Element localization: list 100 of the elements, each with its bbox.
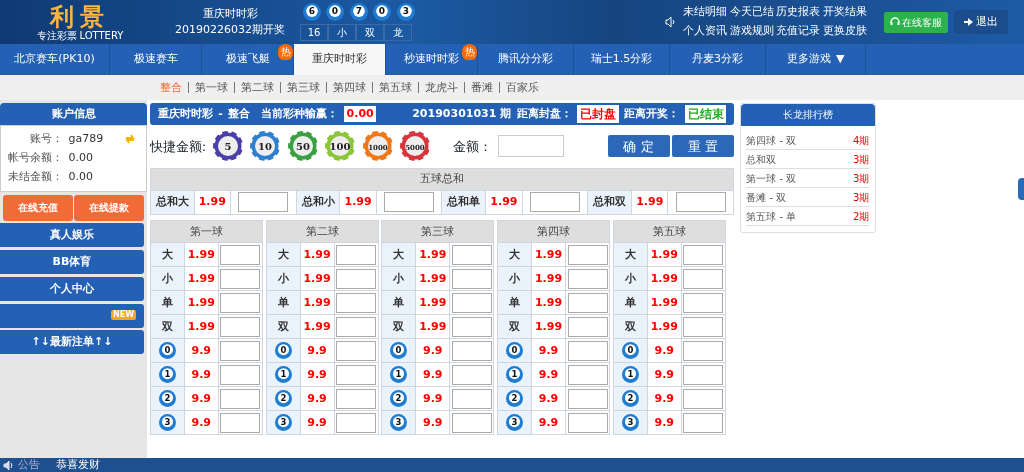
header-link[interactable]: 今天已结 <box>729 4 774 21</box>
bet-amount-field[interactable] <box>336 292 376 313</box>
form-button[interactable]: 确 定 <box>607 135 670 158</box>
header-link[interactable]: 更换皮肤 <box>823 23 867 40</box>
menu-button[interactable]: 个人中心 <box>0 276 144 301</box>
sub-tab[interactable]: 第四球 <box>326 82 372 93</box>
sub-tab[interactable]: 番滩 <box>464 82 499 93</box>
logout-button[interactable]: 退出 <box>953 9 1008 35</box>
hot-badge: 热 <box>278 44 293 60</box>
bet-amount-field[interactable] <box>451 316 492 337</box>
header-link[interactable]: 游戏规则 <box>729 23 774 40</box>
odds-value: 9.9 <box>184 386 219 411</box>
bet-amount-field[interactable] <box>567 412 608 433</box>
bet-amount-field[interactable] <box>220 388 261 409</box>
draw-stat: 小 <box>328 23 356 41</box>
ranking-count: 3期 <box>852 171 870 186</box>
sub-tab[interactable]: 第三球 <box>280 82 326 93</box>
bet-label: 单 <box>613 290 648 315</box>
bet-amount-field[interactable] <box>567 364 608 385</box>
bet-amount-field[interactable] <box>567 244 608 265</box>
bet-amount-field[interactable] <box>683 340 724 361</box>
chip-button[interactable]: 100 <box>324 130 357 163</box>
bet-amount-field[interactable] <box>336 364 376 385</box>
bet-amount-field[interactable] <box>336 412 376 433</box>
number-ball: 0 <box>506 342 523 360</box>
logo-tagline: LOTTERY <box>79 29 124 41</box>
bet-amount-field[interactable] <box>336 268 376 289</box>
header-link[interactable]: 个人资讯 <box>682 23 727 40</box>
bet-amount-field[interactable] <box>683 244 724 265</box>
odds-value: 1.99 <box>415 290 450 315</box>
amount-field[interactable] <box>497 135 564 158</box>
bet-amount-field[interactable] <box>451 388 492 409</box>
bet-amount-field[interactable] <box>675 192 726 213</box>
logo-title: 利景 <box>50 3 110 30</box>
odds-value: 1.99 <box>647 242 682 267</box>
bet-amount-field[interactable] <box>567 340 608 361</box>
bet-amount-field[interactable] <box>238 192 289 213</box>
bet-label: 单 <box>497 290 532 315</box>
bet-amount-field[interactable] <box>683 412 724 433</box>
chip-button[interactable]: 10 <box>249 130 282 163</box>
bet-amount-field[interactable] <box>451 244 492 265</box>
bet-amount-field[interactable] <box>683 316 724 337</box>
side-tab[interactable] <box>1018 178 1024 200</box>
odds-value: 1.99 <box>647 314 682 339</box>
sub-tab[interactable]: 百家乐 <box>499 82 545 93</box>
bet-amount-field[interactable] <box>451 412 492 433</box>
bet-amount-field[interactable] <box>220 292 261 313</box>
bet-label: 小 <box>613 266 648 291</box>
odds-value: 1.99 <box>631 190 668 215</box>
chip-button[interactable]: 5 <box>211 130 244 163</box>
sub-tab[interactable]: 第二球 <box>234 82 280 93</box>
form-button[interactable]: 重 置 <box>672 135 735 158</box>
speaker-icon[interactable] <box>665 16 678 28</box>
bet-label: 总和大 <box>150 190 195 215</box>
bet-amount-field[interactable] <box>220 244 261 265</box>
nav-tab[interactable]: 重庆时时彩 <box>294 44 386 75</box>
sub-tab[interactable]: 龙虎斗 <box>418 82 464 93</box>
menu-button[interactable]: BB体育 <box>0 250 144 274</box>
bet-amount-field[interactable] <box>451 292 492 313</box>
table-heading: 第四球 <box>497 220 610 243</box>
bet-amount-field[interactable] <box>220 268 261 289</box>
bet-amount-field[interactable] <box>451 340 492 361</box>
header-link[interactable]: 未结明细 <box>682 4 727 21</box>
bet-amount-field[interactable] <box>220 316 261 337</box>
bet-amount-field[interactable] <box>220 340 261 361</box>
bet-amount-field[interactable] <box>451 268 492 289</box>
bet-amount-field[interactable] <box>683 268 724 289</box>
bet-label: 单 <box>381 290 416 315</box>
bet-amount-field[interactable] <box>683 364 724 385</box>
table-heading: 第三球 <box>381 220 494 243</box>
bet-amount-field[interactable] <box>336 340 376 361</box>
bet-amount-field[interactable] <box>336 316 376 337</box>
sub-tab[interactable]: 第一球 <box>188 82 234 93</box>
header-link[interactable]: 开奖结果 <box>823 4 867 21</box>
bet-amount-field[interactable] <box>683 292 724 313</box>
bet-amount-field[interactable] <box>567 316 608 337</box>
bet-amount-field[interactable] <box>451 364 492 385</box>
bet-amount-field[interactable] <box>220 412 261 433</box>
number-ball: 0 <box>158 342 176 360</box>
bet-label: 小 <box>150 266 185 291</box>
bet-amount-field[interactable] <box>567 292 608 313</box>
menu-button[interactable]: ↑↓最新注单↑↓ <box>0 330 144 355</box>
bet-amount-field[interactable] <box>567 268 608 289</box>
table-heading: 第二球 <box>266 220 378 243</box>
bet-amount-field[interactable] <box>384 192 435 213</box>
bet-amount-field[interactable] <box>220 364 261 385</box>
header-link[interactable]: 充值记录 <box>776 23 821 40</box>
draw-game: 重庆时时彩 <box>202 5 258 22</box>
refresh-icon[interactable] <box>125 134 135 145</box>
chip-button[interactable]: 50 <box>286 130 319 163</box>
status-label: 距离开奖： <box>624 105 680 122</box>
menu-button[interactable]: 真人娱乐 <box>0 223 144 248</box>
bet-amount-field[interactable] <box>529 192 580 213</box>
bet-amount-field[interactable] <box>336 244 376 265</box>
sub-tab[interactable]: 第五球 <box>372 82 418 93</box>
bet-amount-field[interactable] <box>336 388 376 409</box>
bet-amount-field[interactable] <box>683 388 724 409</box>
bet-amount-field[interactable] <box>567 388 608 409</box>
odds-value: 9.9 <box>531 410 566 435</box>
header-link[interactable]: 历史报表 <box>776 4 821 21</box>
